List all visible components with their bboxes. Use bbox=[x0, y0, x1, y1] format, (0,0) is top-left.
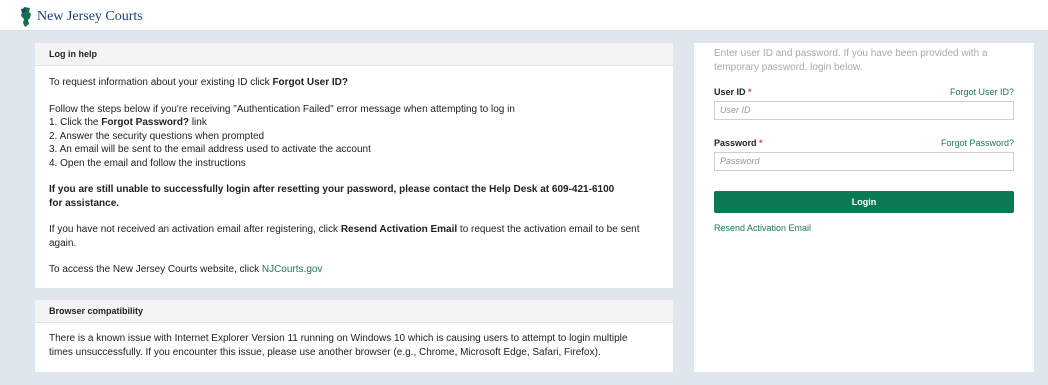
password-label: Password * bbox=[714, 138, 763, 148]
activation-line: If you have not received an activation e… bbox=[49, 224, 640, 249]
user-id-label: User ID * bbox=[714, 87, 752, 97]
top-bar: New Jersey Courts bbox=[0, 0, 1048, 31]
brand-logo[interactable]: New Jersey Courts bbox=[18, 6, 143, 28]
help-desk-notice: If you are still unable to successfully … bbox=[49, 184, 615, 209]
browser-compat-title: Browser compatibility bbox=[35, 300, 673, 323]
login-button[interactable]: Login bbox=[714, 191, 1014, 213]
resend-activation-link[interactable]: Resend Activation Email bbox=[714, 223, 1014, 233]
login-help-body: To request information about your existi… bbox=[35, 66, 673, 277]
brand-name: New Jersey Courts bbox=[37, 9, 143, 24]
user-id-row: User ID * Forgot User ID? bbox=[714, 87, 1014, 97]
forgot-user-id-link[interactable]: Forgot User ID? bbox=[950, 87, 1014, 97]
browser-compat-text: There is a known issue with Internet Exp… bbox=[49, 333, 628, 358]
login-panel: Enter user ID and password. If you have … bbox=[694, 43, 1034, 372]
login-help-title: Log in help bbox=[35, 43, 673, 66]
password-row: Password * Forgot Password? bbox=[714, 138, 1014, 148]
password-input[interactable]: Password bbox=[714, 152, 1014, 171]
step-2: 2. Answer the security questions when pr… bbox=[49, 130, 265, 142]
browser-compat-panel: Browser compatibility There is a known i… bbox=[35, 300, 673, 372]
step-4: 4. Open the email and follow the instruc… bbox=[49, 157, 246, 169]
forgot-id-hint: Forgot User ID? bbox=[272, 77, 348, 88]
login-help-panel: Log in help To request information about… bbox=[35, 43, 673, 288]
step-3: 3. An email will be sent to the email ad… bbox=[49, 144, 371, 155]
website-line: To access the New Jersey Courts website,… bbox=[49, 264, 323, 275]
njcourts-link[interactable]: NJCourts.gov bbox=[262, 264, 323, 275]
step-1: 1. Click the Forgot Password? link bbox=[49, 117, 207, 128]
login-intro: Enter user ID and password. If you have … bbox=[714, 48, 988, 73]
forgot-id-line: To request information about your existi… bbox=[49, 77, 348, 88]
steps-intro: Follow the steps below if you're receivi… bbox=[49, 103, 515, 115]
nj-state-icon bbox=[21, 7, 31, 27]
browser-compat-body: There is a known issue with Internet Exp… bbox=[35, 323, 673, 359]
user-id-input[interactable]: User ID bbox=[714, 101, 1014, 120]
forgot-password-link[interactable]: Forgot Password? bbox=[941, 138, 1014, 148]
